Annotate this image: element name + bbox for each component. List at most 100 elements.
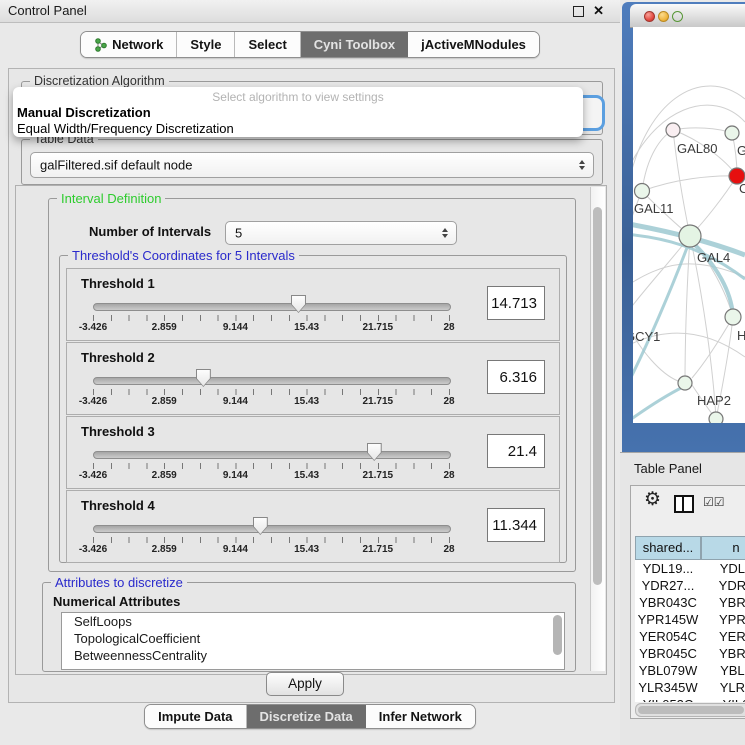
algorithm-placeholder-option[interactable]: Select algorithm to view settings <box>13 87 583 105</box>
numerical-attributes-label: Numerical Attributes <box>53 594 180 609</box>
thresholds-legend: Threshold's Coordinates for 5 Intervals <box>68 248 299 263</box>
threshold-3-panel: Threshold 3 -3.426 2.859 9.144 15.43 21.… <box>66 416 560 489</box>
column-header-shared[interactable]: shared... <box>635 536 701 560</box>
table-cell[interactable]: YDR27... <box>635 577 701 594</box>
bottom-tabbox: Impute Data Discretize Data Infer Networ… <box>144 704 476 729</box>
table-row[interactable]: YBR043CYBR0 <box>635 594 745 611</box>
threshold-3-slider[interactable] <box>93 451 451 459</box>
close-icon[interactable]: ✕ <box>593 3 604 19</box>
table-cell[interactable]: YBR043C <box>635 594 701 611</box>
attribute-list-item[interactable]: BetweennessCentrality <box>62 647 564 664</box>
number-of-intervals-value: 5 <box>235 226 242 241</box>
mac-minimize-icon[interactable] <box>658 11 669 22</box>
control-panel-title: Control Panel <box>8 0 87 22</box>
attribute-list-item[interactable]: TopologicalCoefficient <box>62 630 564 647</box>
table-rows[interactable]: YDL19...YDL1YDR27...YDR2YBR043CYBR0YPR14… <box>635 560 745 702</box>
table-cell[interactable]: YDL19... <box>635 560 701 577</box>
table-cell[interactable]: YLR3 <box>701 679 745 696</box>
table-row[interactable]: YLR345WYLR3 <box>635 679 745 696</box>
attribute-list-item[interactable]: SelfLoops <box>62 613 564 630</box>
table-panel: Table Panel ⚙ ☑☑ shared... n YDL19...YDL… <box>620 452 745 745</box>
table-cell[interactable]: YIL052C <box>635 696 701 702</box>
threshold-3-value-field[interactable]: 21.4 <box>487 434 545 468</box>
node-label: G. <box>737 143 745 158</box>
number-of-intervals-combobox[interactable]: 5 <box>225 221 457 245</box>
network-canvas[interactable]: GAL80G.CGAL11GAL4GCY1HHAP2 <box>633 27 745 423</box>
apply-button[interactable]: Apply <box>266 672 344 696</box>
network-node[interactable] <box>709 412 723 423</box>
checkbox-columns-icon[interactable]: ☑☑ <box>703 495 725 509</box>
thresholds-group: Threshold's Coordinates for 5 Intervals … <box>59 255 567 563</box>
slider-ticks <box>93 389 450 395</box>
network-node[interactable] <box>725 126 739 140</box>
tab-cyni-toolbox[interactable]: Cyni Toolbox <box>301 32 408 57</box>
network-node[interactable] <box>635 184 650 199</box>
table-data-combobox[interactable]: galFiltered.sif default node <box>30 152 594 178</box>
split-table-icon[interactable] <box>674 495 694 513</box>
network-window-titlebar[interactable] <box>630 4 745 28</box>
table-cell[interactable]: YDL1 <box>701 560 745 577</box>
table-cell[interactable]: YBL0 <box>701 662 745 679</box>
tab-discretize-data[interactable]: Discretize Data <box>247 705 366 728</box>
scrollbar-thumb[interactable] <box>638 706 744 714</box>
number-of-intervals-label: Number of Intervals <box>89 224 211 239</box>
node-label: GCY1 <box>633 329 660 344</box>
threshold-4-value-field[interactable]: 11.344 <box>487 508 545 542</box>
table-row[interactable]: YIL052CYIL0 <box>635 696 745 702</box>
table-row[interactable]: YBR045CYBR0 <box>635 645 745 662</box>
table-cell[interactable]: YBR045C <box>635 645 701 662</box>
cyni-toolbox-panel: Discretization Algorithm Select algorith… <box>8 68 615 703</box>
tab-jactivemnodules[interactable]: jActiveMNodules <box>408 32 539 57</box>
table-row[interactable]: YDR27...YDR2 <box>635 577 745 594</box>
settings-scroll-area: Interval Definition Number of Intervals … <box>15 185 607 675</box>
tab-network[interactable]: Network <box>81 32 177 57</box>
table-row[interactable]: YER054CYER0 <box>635 628 745 645</box>
slider-ticks <box>93 537 450 543</box>
table-cell[interactable]: YLR345W <box>635 679 701 696</box>
screen: Control Panel ✕ Network Style <box>0 0 745 745</box>
tab-infer-network[interactable]: Infer Network <box>366 705 475 728</box>
network-node[interactable] <box>678 376 692 390</box>
float-icon[interactable] <box>573 6 584 17</box>
table-cell[interactable]: YER054C <box>635 628 701 645</box>
table-row[interactable]: YBL079WYBL0 <box>635 662 745 679</box>
mac-zoom-icon[interactable] <box>672 11 683 22</box>
combo-spinner-icon <box>442 228 448 238</box>
gear-icon[interactable]: ⚙ <box>644 488 661 511</box>
threshold-1-panel: Threshold 1 -3.426 2.859 9.144 15.43 21.… <box>66 268 560 341</box>
threshold-4-panel: Threshold 4 -3.426 2.859 9.144 15.43 21.… <box>66 490 560 563</box>
slider-ticks <box>93 463 450 469</box>
network-node[interactable] <box>725 309 741 325</box>
mac-close-icon[interactable] <box>644 11 655 22</box>
scrollbar-thumb[interactable] <box>593 207 602 585</box>
tab-select[interactable]: Select <box>235 32 300 57</box>
tab-style[interactable]: Style <box>177 32 235 57</box>
attributes-group: Attributes to discretize Numerical Attri… <box>42 582 576 672</box>
table-cell[interactable]: YIL0 <box>701 696 745 702</box>
threshold-1-slider[interactable] <box>93 303 451 311</box>
algorithm-option-equal-width[interactable]: Equal Width/Frequency Discretization <box>13 121 583 137</box>
table-cell[interactable]: YBR0 <box>701 594 745 611</box>
table-horizontal-scrollbar[interactable] <box>635 703 745 717</box>
column-header-name[interactable]: n <box>701 536 745 560</box>
numerical-attributes-list[interactable]: SelfLoopsTopologicalCoefficientBetweenne… <box>61 612 565 670</box>
table-cell[interactable]: YPR145W <box>635 611 701 628</box>
table-cell[interactable]: YBR0 <box>701 645 745 662</box>
network-node[interactable] <box>679 225 701 247</box>
settings-vertical-scrollbar[interactable] <box>590 187 605 671</box>
threshold-4-slider[interactable] <box>93 525 451 533</box>
table-cell[interactable]: YDR2 <box>701 577 745 594</box>
tab-impute-data[interactable]: Impute Data <box>145 705 246 728</box>
table-cell[interactable]: YPR1 <box>701 611 745 628</box>
threshold-2-value-field[interactable]: 6.316 <box>487 360 545 394</box>
algorithm-option-manual[interactable]: Manual Discretization <box>13 105 583 121</box>
table-cell[interactable]: YBL079W <box>635 662 701 679</box>
table-cell[interactable]: YER0 <box>701 628 745 645</box>
list-scrollbar-thumb[interactable] <box>553 615 562 655</box>
network-node[interactable] <box>666 123 680 137</box>
threshold-1-value-field[interactable]: 14.713 <box>487 286 545 320</box>
table-row[interactable]: YDL19...YDL1 <box>635 560 745 577</box>
control-panel-titlebar: Control Panel ✕ <box>0 0 620 23</box>
threshold-2-slider[interactable] <box>93 377 451 385</box>
table-row[interactable]: YPR145WYPR1 <box>635 611 745 628</box>
